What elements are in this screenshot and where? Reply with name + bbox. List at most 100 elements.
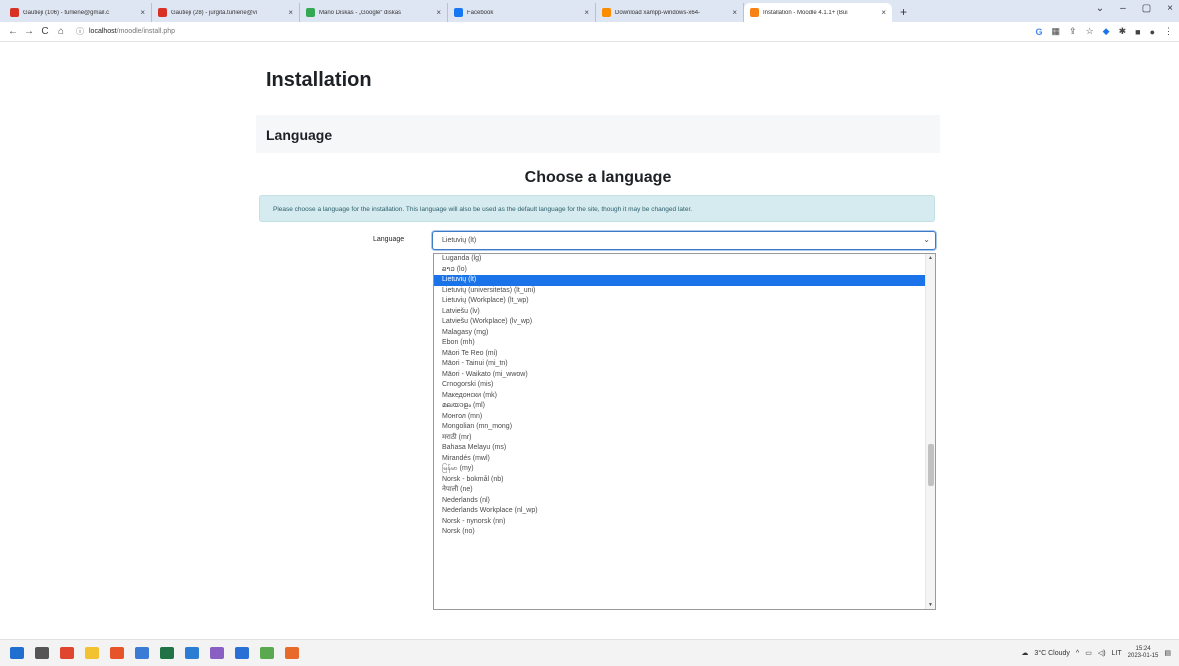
- language-option[interactable]: Lietuvių (universitetas) (lt_uni): [434, 286, 927, 297]
- window-controls: ⌄ – ▢ ×: [1096, 3, 1173, 14]
- language-option[interactable]: Māori Te Reo (mi): [434, 349, 927, 360]
- taskbar-app-icon[interactable]: [160, 647, 174, 659]
- taskbar-app-icon[interactable]: [260, 647, 274, 659]
- windows-taskbar: ☁ 3°C Cloudy ^ ▭ ◁) LIT 15:24 2023-01-15…: [0, 639, 1179, 666]
- taskbar-app-icon[interactable]: [35, 647, 49, 659]
- tab-close-icon[interactable]: ×: [584, 8, 589, 17]
- language-option[interactable]: Norsk - bokmål (nb): [434, 475, 927, 486]
- address-bar[interactable]: ⓘ localhost/moodle/install.php: [76, 26, 175, 37]
- clock-date: 2023-01-15: [1127, 653, 1159, 659]
- tab-search-icon[interactable]: ⌄: [1096, 3, 1104, 14]
- language-option[interactable]: नेपाली (ne): [434, 485, 927, 496]
- scroll-down-icon[interactable]: ▼: [928, 602, 933, 608]
- language-option[interactable]: Norsk (no): [434, 527, 927, 538]
- clock[interactable]: 15:24 2023-01-15: [1128, 646, 1159, 660]
- share-icon[interactable]: ⇪: [1069, 26, 1077, 37]
- taskbar-app-icon[interactable]: [110, 647, 124, 659]
- taskbar-app-icon[interactable]: [135, 647, 149, 659]
- language-option[interactable]: Македонски (mk): [434, 391, 927, 402]
- weather-text[interactable]: 3°C Cloudy: [1034, 650, 1069, 657]
- chevron-down-icon: ⌄: [923, 235, 930, 244]
- browser-tab[interactable]: Mano Diskas - „Google“ diskas ×: [300, 3, 448, 22]
- tab-close-icon[interactable]: ×: [140, 8, 145, 17]
- language-option[interactable]: မြန်မာ (my): [434, 464, 927, 475]
- language-option[interactable]: Norsk - nynorsk (nn): [434, 517, 927, 528]
- language-option[interactable]: Mongolian (mn_mong): [434, 422, 927, 433]
- taskbar-app-icon[interactable]: [10, 647, 24, 659]
- language-option[interactable]: Luganda (lg): [434, 254, 927, 265]
- browser-tab[interactable]: Facebook ×: [448, 3, 596, 22]
- language-option[interactable]: Crnogorski (mis): [434, 380, 927, 391]
- language-option[interactable]: ລາວ (lo): [434, 265, 927, 276]
- language-option[interactable]: Mirandés (mwl): [434, 454, 927, 465]
- language-option[interactable]: Māori - Tainui (mi_tn): [434, 359, 927, 370]
- language-option[interactable]: Māori - Waikato (mi_wwow): [434, 370, 927, 381]
- tab-close-icon[interactable]: ×: [732, 8, 737, 17]
- profile-icon[interactable]: ●: [1150, 27, 1155, 37]
- scroll-up-icon[interactable]: ▲: [928, 255, 933, 261]
- bookmark-star-icon[interactable]: ☆: [1086, 26, 1094, 37]
- extension-icon[interactable]: ◆: [1103, 26, 1110, 37]
- section-title: Language: [266, 127, 333, 143]
- maximize-button[interactable]: ▢: [1142, 3, 1151, 14]
- language-option[interactable]: Lietuvių (lt): [434, 275, 927, 286]
- tab-close-icon[interactable]: ×: [288, 8, 293, 17]
- translate-icon[interactable]: ▦: [1052, 26, 1061, 37]
- volume-icon[interactable]: ◁): [1098, 649, 1106, 657]
- back-icon[interactable]: ←: [6, 26, 20, 37]
- url-path: /moodle/install.php: [116, 28, 176, 35]
- language-option[interactable]: മലയാളം (ml): [434, 401, 927, 412]
- home-icon[interactable]: ⌂: [54, 26, 68, 37]
- language-option[interactable]: Монгол (mn): [434, 412, 927, 423]
- taskbar-app-icon[interactable]: [235, 647, 249, 659]
- language-option[interactable]: Latviešu (lv): [434, 307, 927, 318]
- language-label: Language: [373, 236, 405, 243]
- browser-tab[interactable]: Gautieji (28) - jurgita.turliene@vi ×: [152, 3, 300, 22]
- tab-title: Gautieji (106) - turliene@gmail.c: [23, 9, 110, 16]
- tab-title: Mano Diskas - „Google“ diskas: [319, 9, 402, 16]
- minimize-button[interactable]: –: [1120, 3, 1126, 14]
- tab-favicon-icon: [158, 8, 167, 17]
- tab-close-icon[interactable]: ×: [881, 8, 886, 17]
- browser-tab[interactable]: Installation - Moodle 4.1.1+ (Bui ×: [744, 3, 892, 22]
- language-option[interactable]: Ebon (mh): [434, 338, 927, 349]
- language-option[interactable]: मराठी (mr): [434, 433, 927, 444]
- taskbar-app-icon[interactable]: [285, 647, 299, 659]
- network-icon[interactable]: ▭: [1085, 649, 1092, 657]
- taskbar-app-icon[interactable]: [185, 647, 199, 659]
- browser-tab[interactable]: Gautieji (106) - turliene@gmail.c ×: [4, 3, 152, 22]
- taskbar-app-icon[interactable]: [60, 647, 74, 659]
- tab-strip: Gautieji (106) - turliene@gmail.c × Gautie…: [0, 0, 1179, 22]
- toolbar-actions: G ▦ ⇪ ☆ ◆ ✱ ■ ● ⋮: [1036, 26, 1174, 37]
- language-option[interactable]: Nederlands Workplace (nl_wp): [434, 506, 927, 517]
- menu-icon[interactable]: ⋮: [1164, 26, 1173, 37]
- language-select-value: Lietuvių (lt): [442, 237, 477, 244]
- language-option[interactable]: Latviešu (Workplace) (lv_wp): [434, 317, 927, 328]
- clock-time: 15:24: [1135, 646, 1151, 652]
- sidebar-icon[interactable]: ■: [1135, 27, 1140, 37]
- taskbar-app-icon[interactable]: [210, 647, 224, 659]
- language-indicator[interactable]: LIT: [1112, 650, 1122, 657]
- forward-icon[interactable]: →: [22, 26, 36, 37]
- reload-icon[interactable]: C: [38, 26, 52, 37]
- dropdown-scrollbar[interactable]: ▲ ▼: [925, 254, 935, 609]
- language-option[interactable]: Nederlands (nl): [434, 496, 927, 507]
- new-tab-button[interactable]: +: [892, 3, 915, 22]
- language-option[interactable]: Lietuvių (Workplace) (lt_wp): [434, 296, 927, 307]
- language-dropdown-list[interactable]: Luganda (lg) ລາວ (lo) Lietuvių (lt) Lietuvi…: [433, 253, 936, 610]
- tab-favicon-icon: [10, 8, 19, 17]
- weather-icon[interactable]: ☁: [1021, 649, 1028, 657]
- taskbar-app-icon[interactable]: [85, 647, 99, 659]
- language-option[interactable]: Malagasy (mg): [434, 328, 927, 339]
- language-select[interactable]: Lietuvių (lt) ⌄: [432, 231, 936, 250]
- tab-close-icon[interactable]: ×: [436, 8, 441, 17]
- close-window-button[interactable]: ×: [1167, 3, 1173, 14]
- google-icon[interactable]: G: [1036, 27, 1043, 37]
- puzzle-icon[interactable]: ✱: [1119, 26, 1127, 37]
- language-option[interactable]: Bahasa Melayu (ms): [434, 443, 927, 454]
- info-icon[interactable]: ⓘ: [76, 26, 84, 37]
- browser-tab[interactable]: Download xampp-windows-x64- ×: [596, 3, 744, 22]
- tray-chevron-icon[interactable]: ^: [1076, 650, 1079, 657]
- notifications-icon[interactable]: ▤: [1164, 649, 1171, 657]
- scrollbar-thumb[interactable]: [928, 444, 934, 486]
